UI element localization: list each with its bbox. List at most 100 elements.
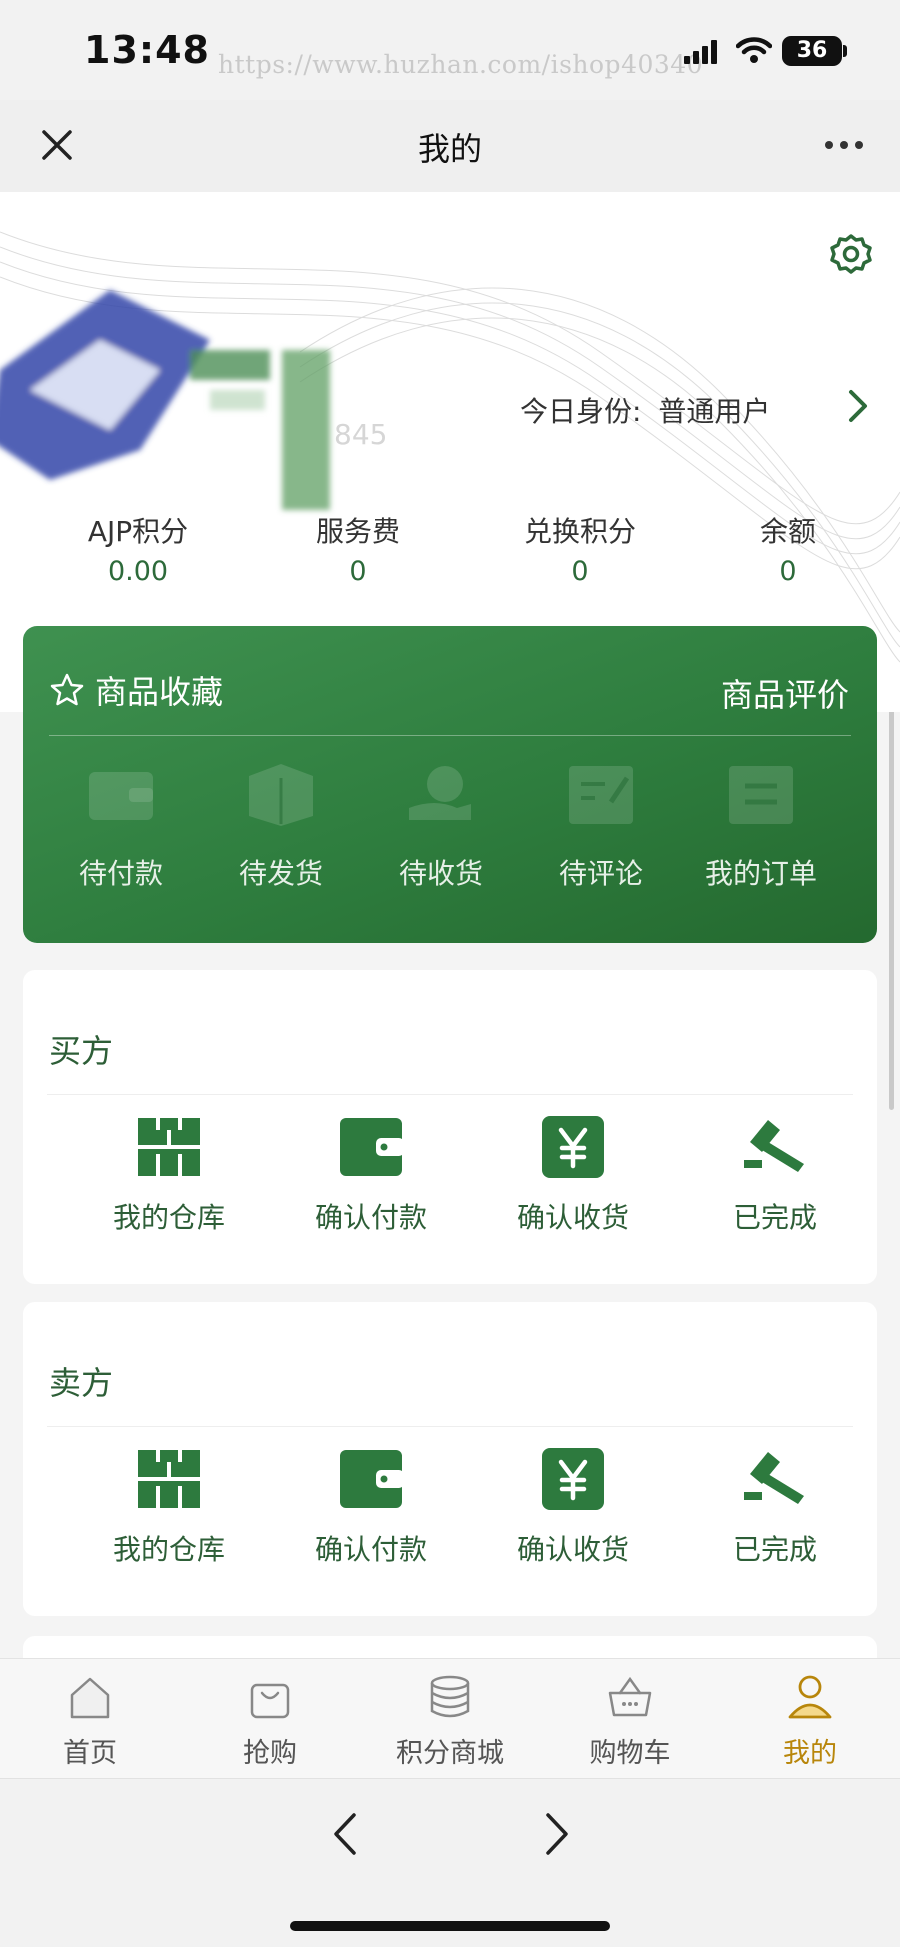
wallet-icon	[340, 1450, 404, 1508]
user-icon	[788, 1675, 832, 1719]
seller-confirm-receipt[interactable]: 确认收货	[473, 1446, 673, 1568]
coins-icon	[430, 1675, 470, 1718]
watermark-text: https://www.huzhan.com/ishop40340	[218, 50, 704, 79]
order-list-icon	[729, 766, 793, 824]
buyer-confirm-receipt[interactable]: 确认收货	[473, 1114, 673, 1236]
buyer-item-label: 确认付款	[314, 1201, 427, 1234]
tab-label: 抢购	[243, 1738, 297, 1769]
back-arrow-icon[interactable]	[328, 1809, 364, 1859]
buyer-item-label: 确认收货	[516, 1201, 629, 1234]
tab-points-mall[interactable]: 积分商城	[360, 1673, 540, 1770]
seller-completed[interactable]: 已完成	[675, 1446, 875, 1568]
more-icon[interactable]	[824, 138, 864, 152]
reviews-link[interactable]: 商品评价	[721, 670, 849, 716]
cellular-signal-icon	[684, 40, 717, 64]
seller-warehouse[interactable]: 我的仓库	[69, 1446, 269, 1568]
seller-item-label: 确认收货	[516, 1533, 629, 1566]
order-item-label: 待评论	[558, 857, 643, 890]
yen-icon	[542, 1448, 604, 1510]
buyer-warehouse[interactable]: 我的仓库	[69, 1114, 269, 1236]
seller-item-label: 已完成	[732, 1533, 817, 1566]
status-bar: 13:48 https://www.huzhan.com/ishop40340 …	[0, 0, 900, 100]
gavel-icon	[744, 1452, 804, 1504]
order-pending-receipt[interactable]: 待收货	[361, 758, 521, 892]
buyer-confirm-payment[interactable]: 确认付款	[271, 1114, 471, 1236]
stat-label: 服务费	[315, 515, 400, 548]
user-id: 845	[334, 418, 388, 451]
divider	[47, 1426, 853, 1427]
order-item-label: 我的订单	[704, 857, 817, 890]
tab-label: 购物车	[589, 1738, 671, 1769]
order-my-orders[interactable]: 我的订单	[681, 758, 841, 892]
battery-tip	[843, 45, 847, 57]
tab-bar: 首页 抢购 积分商城 购物车 我的	[0, 1658, 900, 1778]
battery-indicator: 36	[782, 36, 842, 66]
tab-mine[interactable]: 我的	[720, 1673, 900, 1770]
buyer-item-label: 已完成	[732, 1201, 817, 1234]
seller-card: 卖方 我的仓库 确认付款 确认收货 已完成	[23, 1302, 877, 1616]
tab-label: 积分商城	[396, 1738, 504, 1769]
stat-service-fee[interactable]: 服务费 0	[258, 510, 458, 587]
stat-label: 兑换积分	[523, 515, 636, 548]
settings-gear-icon[interactable]	[828, 232, 874, 278]
order-pending-payment[interactable]: 待付款	[41, 758, 201, 892]
wallet-icon	[89, 772, 153, 820]
star-icon	[50, 673, 84, 706]
buyer-item-label: 我的仓库	[112, 1201, 225, 1234]
seller-title: 卖方	[49, 1364, 114, 1402]
divider	[47, 1094, 853, 1095]
cart-icon	[608, 1676, 652, 1717]
order-item-label: 待收货	[398, 857, 483, 890]
home-icon	[70, 1677, 110, 1719]
order-item-label: 待付款	[78, 857, 163, 890]
seller-item-label: 我的仓库	[112, 1533, 225, 1566]
order-card: 商品收藏 商品评价 待付款 待发货 待收货 待评论 我的订单	[23, 626, 877, 943]
comment-icon	[569, 766, 633, 824]
stat-value: 0	[779, 556, 797, 587]
stat-label: 余额	[759, 515, 816, 548]
tab-label: 我的	[783, 1738, 837, 1769]
order-status-row: 待付款 待发货 待收货 待评论 我的订单	[41, 758, 859, 928]
tab-flash-sale[interactable]: 抢购	[180, 1673, 360, 1770]
avatar[interactable]	[0, 280, 350, 530]
wifi-icon	[736, 37, 772, 63]
stat-value: 0.00	[107, 556, 169, 587]
browser-bottom-bar	[0, 1778, 900, 1947]
tab-label: 首页	[63, 1738, 117, 1769]
stat-value: 0	[571, 556, 589, 587]
buyer-card: 买方 我的仓库 确认付款 确认收货 已完成	[23, 970, 877, 1284]
seller-item-label: 确认付款	[314, 1533, 427, 1566]
identity-label: 今日身份:	[520, 395, 642, 428]
favorites-link[interactable]: 商品收藏	[49, 670, 224, 711]
order-pending-shipment[interactable]: 待发货	[201, 758, 361, 892]
shopping-bag-icon	[250, 1683, 290, 1719]
yen-icon	[542, 1116, 604, 1178]
seller-confirm-payment[interactable]: 确认付款	[271, 1446, 471, 1568]
box-icon	[249, 764, 313, 826]
forward-arrow-icon[interactable]	[538, 1809, 574, 1859]
warehouse-icon	[138, 1450, 200, 1508]
order-item-label: 待发货	[238, 857, 323, 890]
identity-row[interactable]: 今日身份: 普通用户	[520, 390, 770, 430]
stat-label: AJP积分	[87, 515, 189, 548]
order-pending-review[interactable]: 待评论	[521, 758, 681, 892]
stats-row: AJP积分 0.00 服务费 0 兑换积分 0 余额 0	[0, 510, 900, 600]
stat-balance[interactable]: 余额 0	[688, 510, 888, 587]
tab-home[interactable]: 首页	[0, 1673, 180, 1770]
buyer-title: 买方	[49, 1032, 114, 1070]
wallet-icon	[340, 1118, 404, 1176]
tab-cart[interactable]: 购物车	[540, 1673, 720, 1770]
buyer-completed[interactable]: 已完成	[675, 1114, 875, 1236]
page: 13:48 https://www.huzhan.com/ishop40340 …	[0, 0, 900, 1947]
delivery-icon	[409, 766, 471, 820]
stat-exchange-points[interactable]: 兑换积分 0	[480, 510, 680, 587]
divider	[49, 735, 851, 736]
identity-value: 普通用户	[658, 395, 771, 428]
chevron-right-icon[interactable]	[846, 388, 870, 424]
stat-ajp-points[interactable]: AJP积分 0.00	[38, 510, 238, 587]
seller-actions: 我的仓库 确认付款 确认收货 已完成	[23, 1446, 877, 1576]
home-indicator[interactable]	[290, 1921, 610, 1931]
nav-bar: 我的	[0, 100, 900, 192]
page-title: 我的	[417, 130, 482, 168]
favorites-label: 商品收藏	[95, 673, 224, 711]
